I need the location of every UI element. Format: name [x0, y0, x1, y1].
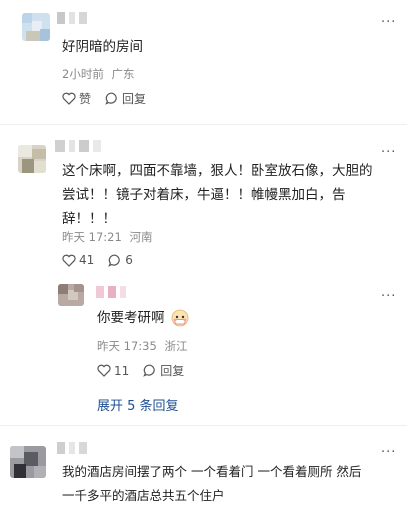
comment-line: 一千多平的酒店总共五个住户 [62, 488, 225, 503]
comment-bubble-icon [143, 364, 156, 377]
comment-text: 你要考研啊 [97, 306, 189, 330]
reply-label: 回复 [160, 364, 185, 378]
comment-actions: 赞 回复 [62, 90, 160, 107]
reply-text: 你要考研啊 [97, 310, 165, 326]
more-options-icon[interactable]: ··· [381, 446, 396, 459]
heart-icon [97, 364, 111, 377]
expand-replies-link[interactable]: 展开 5 条回复 [97, 395, 179, 414]
like-count: 11 [114, 363, 130, 378]
comment-bubble-icon [108, 254, 121, 267]
like-button[interactable]: 11 [97, 364, 129, 378]
divider [0, 124, 407, 125]
location: 浙江 [164, 339, 188, 353]
like-label: 赞 [79, 92, 92, 106]
comment-text: 这个床啊，四面不靠墙，狠人！卧室放石像，大胆的 尝试！！镜子对着床，牛逼！！帷幔… [62, 159, 402, 231]
reply-button[interactable]: 回复 [105, 90, 146, 107]
comment-bubble-icon [105, 92, 117, 105]
more-options-icon[interactable]: ··· [381, 16, 396, 29]
more-options-icon[interactable]: ··· [381, 146, 396, 159]
comment-text: 好阴暗的房间 [62, 39, 143, 55]
heart-icon [62, 92, 76, 105]
username[interactable] [55, 140, 125, 152]
heart-icon [62, 254, 76, 267]
comment-line: 尝试！！镜子对着床，牛逼！！帷幔黑加白，告 [62, 187, 346, 203]
reply-button[interactable]: 回复 [143, 362, 184, 379]
like-button[interactable]: 赞 [62, 90, 91, 107]
username[interactable] [57, 12, 107, 24]
avatar[interactable] [58, 284, 84, 306]
sick-face-emoji-icon [171, 309, 189, 327]
reply-count: 6 [125, 253, 133, 267]
timestamp: 昨天 17:21 [62, 230, 122, 244]
divider [0, 425, 407, 426]
username[interactable] [57, 442, 97, 454]
comment-line: 辞！！！ [62, 211, 116, 227]
username[interactable] [96, 286, 136, 298]
comment-meta: 2小时前 广东 [62, 66, 134, 82]
avatar[interactable] [18, 145, 46, 173]
reply-button[interactable]: 6 [108, 253, 133, 267]
timestamp: 2小时前 [62, 67, 104, 81]
location: 河南 [129, 230, 153, 244]
like-button[interactable]: 41 [62, 253, 94, 267]
reply-label: 回复 [122, 92, 147, 106]
comment-line: 我的酒店房间摆了两个 一个看着门 一个看着厕所 然后 [62, 464, 362, 479]
timestamp: 昨天 17:35 [97, 339, 157, 353]
comment-actions: 41 6 [62, 253, 147, 267]
comment-text: 我的酒店房间摆了两个 一个看着门 一个看着厕所 然后 一千多平的酒店总共五个住户 [62, 460, 402, 508]
location: 广东 [111, 67, 135, 81]
more-options-icon[interactable]: ··· [381, 290, 396, 303]
avatar[interactable] [22, 13, 50, 41]
like-count: 41 [79, 253, 95, 267]
comment-line: 这个床啊，四面不靠墙，狠人！卧室放石像，大胆的 [62, 163, 373, 179]
avatar[interactable] [10, 446, 46, 478]
comment-meta: 昨天 17:35 浙江 [97, 338, 187, 354]
comment-meta: 昨天 17:21 河南 [62, 229, 152, 245]
comment-actions: 11 回复 [97, 362, 198, 379]
